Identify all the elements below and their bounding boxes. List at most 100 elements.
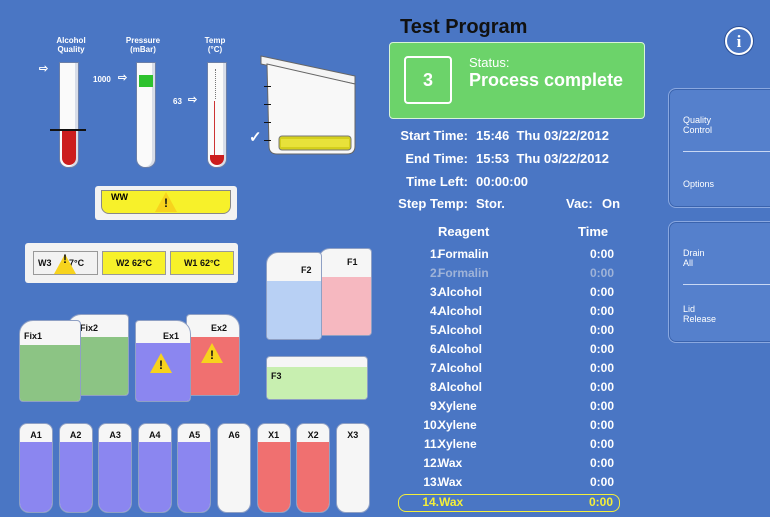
f2-label: F2 xyxy=(301,265,312,275)
ww-label: WW xyxy=(111,192,128,202)
pressure-gauge xyxy=(136,62,156,168)
bottle-a2[interactable]: A2 xyxy=(58,423,93,513)
step-time: 0:00 xyxy=(589,437,614,451)
temp-value: 63 xyxy=(173,97,182,106)
temp-arrow-icon: ⇨ xyxy=(188,94,198,106)
fix1-label: Fix1 xyxy=(24,331,43,341)
start-time-label: Start Time: xyxy=(400,128,468,143)
formalin-f1[interactable]: F1 xyxy=(318,248,372,336)
bottle-a1[interactable]: A1 xyxy=(19,423,53,513)
waste-wax-tray[interactable]: WW ! xyxy=(95,186,237,220)
bottle-a5[interactable]: A5 xyxy=(177,423,212,513)
step-time: 0:00 xyxy=(589,323,614,337)
ex1-label: Ex1 xyxy=(163,331,180,341)
step-row[interactable]: 11. Xylene 0:00 xyxy=(398,437,620,455)
lid-release-button[interactable]: Lid Release xyxy=(683,304,716,324)
vac-value: On xyxy=(602,196,621,211)
w3-label: W3 xyxy=(38,258,52,268)
pressure-arrow-icon: ⇨ xyxy=(118,72,128,84)
step-temp-value: Stor. xyxy=(476,196,505,211)
step-time: 0:00 xyxy=(589,380,614,394)
bottle-label: A2 xyxy=(69,430,82,440)
ex1-jug[interactable]: Ex1 ! xyxy=(135,320,191,402)
time-left-label: Time Left: xyxy=(406,174,468,189)
step-row[interactable]: 8. Alcohol 0:00 xyxy=(398,380,620,398)
step-row[interactable]: 6. Alcohol 0:00 xyxy=(398,342,620,360)
ex2-label: Ex2 xyxy=(211,323,228,333)
bottle-x2[interactable]: X2 xyxy=(296,423,331,513)
step-reagent: Alcohol xyxy=(438,304,482,318)
step-time: 0:00 xyxy=(589,247,614,261)
fix1-jug[interactable]: Fix1 xyxy=(19,320,81,402)
pressure-label: Pressure (mBar) xyxy=(125,36,161,54)
info-icon: i xyxy=(736,32,742,51)
wax-bath-w3[interactable]: W3 37°C ! xyxy=(33,251,98,275)
temp-gauge xyxy=(207,62,227,168)
step-row[interactable]: 14. Wax 0:00 xyxy=(398,494,620,512)
retort-level-marks xyxy=(264,82,274,162)
bottle-label: A6 xyxy=(228,430,240,440)
info-button[interactable]: i xyxy=(725,27,753,55)
step-reagent: Wax xyxy=(438,456,463,470)
step-row[interactable]: 10. Xylene 0:00 xyxy=(398,418,620,436)
bottle-label: A4 xyxy=(149,430,161,440)
step-row[interactable]: 13. Wax 0:00 xyxy=(398,475,620,493)
vac-label: Vac: xyxy=(566,196,593,211)
step-time: 0:00 xyxy=(589,304,614,318)
bottle-a3[interactable]: A3 xyxy=(98,423,133,513)
step-reagent: Xylene xyxy=(438,418,477,432)
quality-control-button[interactable]: Quality Control xyxy=(683,115,712,135)
ex2-warning-mark: ! xyxy=(210,348,214,362)
f1-label: F1 xyxy=(347,257,358,267)
side-divider xyxy=(683,284,770,285)
alcohol-arrow-icon: ⇨ xyxy=(39,63,49,75)
bottle-label: X2 xyxy=(307,430,319,440)
bottle-x1[interactable]: X1 xyxy=(256,423,291,513)
step-reagent: Alcohol xyxy=(438,380,482,394)
side-panel-top: Quality Control Options xyxy=(668,88,770,208)
step-row[interactable]: 5. Alcohol 0:00 xyxy=(398,323,620,341)
step-time: 0:00 xyxy=(589,285,614,299)
bottle-label: A5 xyxy=(188,430,201,440)
step-number: 14. xyxy=(422,495,439,509)
step-row[interactable]: 2. Formalin 0:00 xyxy=(398,266,620,284)
bottle-a6[interactable]: A6 xyxy=(217,423,251,513)
formalin-f3-tray[interactable]: F3 xyxy=(266,356,368,400)
step-row[interactable]: 1. Formalin 0:00 xyxy=(398,247,620,265)
wax-bath-w1[interactable]: W1 62°C xyxy=(170,251,234,275)
step-reagent: Alcohol xyxy=(438,323,482,337)
wax-bath-w2[interactable]: W2 62°C xyxy=(102,251,166,275)
step-reagent: Xylene xyxy=(438,437,477,451)
step-time: 0:00 xyxy=(589,399,614,413)
bottle-a4[interactable]: A4 xyxy=(137,423,172,513)
options-button[interactable]: Options xyxy=(683,179,714,189)
step-reagent: Formalin xyxy=(438,247,489,261)
side-divider xyxy=(683,151,770,152)
time-header: Time xyxy=(578,224,609,239)
ex1-warning-mark: ! xyxy=(159,358,163,372)
drain-all-button[interactable]: Drain All xyxy=(683,248,705,268)
step-reagent: Wax xyxy=(438,475,463,489)
alcohol-quality-label: Alcohol Quality xyxy=(56,36,86,54)
step-row[interactable]: 7. Alcohol 0:00 xyxy=(398,361,620,379)
bottle-label: X3 xyxy=(347,430,359,440)
step-row[interactable]: 4. Alcohol 0:00 xyxy=(398,304,620,322)
step-time: 0:00 xyxy=(589,475,614,489)
status-label: Status: xyxy=(469,55,510,70)
step-row[interactable]: 12. Wax 0:00 xyxy=(398,456,620,474)
bottle-label: A3 xyxy=(109,430,121,440)
step-row[interactable]: 3. Alcohol 0:00 xyxy=(398,285,620,303)
start-time-value: 15:46 Thu 03/22/2012 xyxy=(476,128,609,143)
formalin-f2[interactable]: F2 xyxy=(266,252,322,340)
ex2-jug[interactable]: Ex2 ! xyxy=(186,314,240,396)
alcohol-quality-gauge xyxy=(50,62,86,168)
step-reagent: Alcohol xyxy=(438,285,482,299)
step-time: 0:00 xyxy=(589,266,614,280)
f3-label: F3 xyxy=(271,371,282,381)
side-panel-bottom: Drain All Lid Release xyxy=(668,221,770,343)
step-row[interactable]: 9. Xylene 0:00 xyxy=(398,399,620,417)
step-time: 0:00 xyxy=(589,418,614,432)
time-left-value: 00:00:00 xyxy=(476,174,529,189)
bottle-x3[interactable]: X3 xyxy=(335,423,370,513)
screen: Alcohol Quality Pressure (mBar) Temp (°C… xyxy=(0,0,770,517)
